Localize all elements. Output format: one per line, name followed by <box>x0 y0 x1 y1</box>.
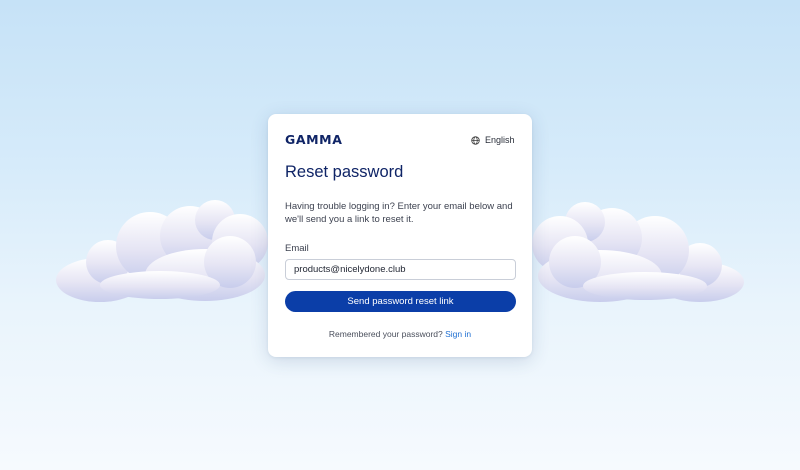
email-label: Email <box>285 243 309 254</box>
language-selector[interactable]: English <box>471 133 515 147</box>
instructions-text: Having trouble logging in? Enter your em… <box>285 201 513 225</box>
page-title: Reset password <box>285 163 404 181</box>
left-cloud-cluster <box>56 200 268 302</box>
gamma-logo[interactable]: GAMMA <box>285 132 343 147</box>
language-label: English <box>485 135 515 145</box>
reset-password-card: GAMMA English Reset password Having trou… <box>268 114 532 357</box>
sign-in-link[interactable]: Sign in <box>445 329 471 339</box>
footer-text: Remembered your password? Sign in <box>268 329 532 339</box>
remembered-password-prompt: Remembered your password? <box>328 329 443 339</box>
send-reset-link-button[interactable]: Send password reset link <box>285 291 516 312</box>
email-field[interactable] <box>285 259 516 280</box>
right-cloud-cluster <box>532 202 744 302</box>
globe-icon <box>471 135 480 145</box>
